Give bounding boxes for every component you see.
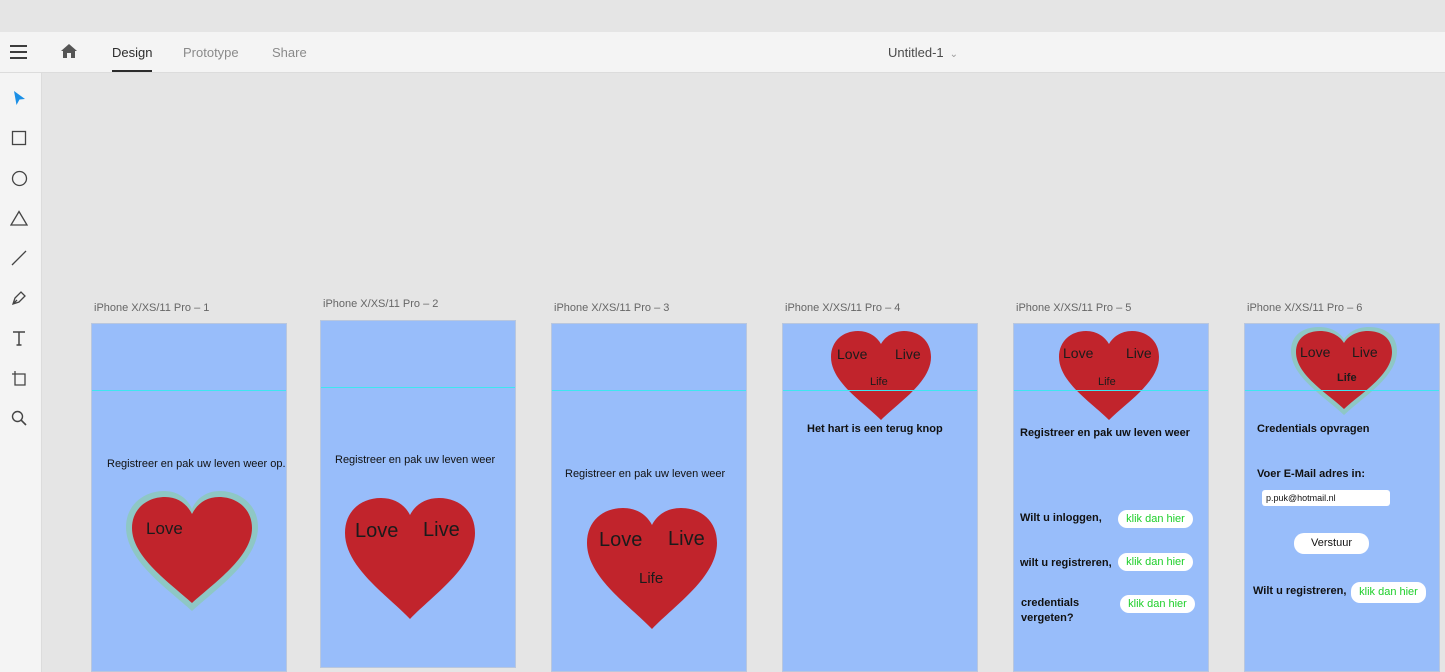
artboard-3[interactable]: Registreer en pak uw leven weer Love Liv… xyxy=(551,323,747,672)
select-icon[interactable] xyxy=(9,88,29,108)
tagline-text: Registreer en pak uw leven weer xyxy=(565,468,726,480)
artboard-icon[interactable] xyxy=(9,368,29,388)
guide-line xyxy=(552,390,746,391)
email-field[interactable]: p.puk@hotmail.nl xyxy=(1262,490,1390,506)
forgot-credentials-button[interactable]: klik dan hier xyxy=(1120,595,1195,613)
hamburger-menu-icon[interactable] xyxy=(10,45,27,59)
text-icon[interactable] xyxy=(9,328,29,348)
artboard-1[interactable]: Registreer en pak uw leven weer op. Love xyxy=(91,323,287,672)
document-title[interactable]: Untitled-1 ⌄ xyxy=(888,45,958,60)
tab-prototype[interactable]: Prototype xyxy=(183,45,239,60)
register-button[interactable]: klik dan hier xyxy=(1351,582,1426,603)
artboard-2[interactable]: Registreer en pak uw leven weer Love Liv… xyxy=(320,320,516,668)
artboard-6[interactable]: Love Live Life Credentials opvragen Voer… xyxy=(1244,323,1440,672)
ellipse-icon[interactable] xyxy=(9,168,29,188)
app-header: Design Prototype Share Untitled-1 ⌄ xyxy=(0,32,1445,73)
artboard-5[interactable]: Love Live Life Registreer en pak uw leve… xyxy=(1013,323,1209,672)
heart-word: Love xyxy=(837,346,868,362)
guide-line xyxy=(92,390,286,391)
tagline-text: Registreer en pak uw leven weer op. xyxy=(107,458,286,470)
heart-back-button[interactable]: Love Live Life xyxy=(829,330,933,422)
zoom-icon[interactable] xyxy=(9,408,29,428)
artboard-label[interactable]: iPhone X/XS/11 Pro – 3 xyxy=(554,302,669,314)
login-button[interactable]: klik dan hier xyxy=(1118,510,1193,528)
artboard-label[interactable]: iPhone X/XS/11 Pro – 6 xyxy=(1247,302,1362,314)
heart-word: Love xyxy=(146,519,183,538)
heart-word: Love xyxy=(1300,344,1331,360)
artboard-label[interactable]: iPhone X/XS/11 Pro – 4 xyxy=(785,302,900,314)
line-icon[interactable] xyxy=(9,248,29,268)
artboard-label[interactable]: iPhone X/XS/11 Pro – 2 xyxy=(323,298,438,310)
heart-word: Life xyxy=(639,570,664,587)
window-top-bar xyxy=(0,0,1445,32)
guide-line xyxy=(1245,390,1439,391)
submit-button[interactable]: Verstuur xyxy=(1294,533,1369,554)
heart-word: Love xyxy=(599,529,643,551)
heart-word: Live xyxy=(1352,344,1378,360)
register-label: Wilt u registreren, xyxy=(1253,585,1347,597)
heart-logo: Love Live Life xyxy=(1057,330,1161,422)
heart-word: Live xyxy=(423,519,460,541)
heart-word: Life xyxy=(1098,376,1116,388)
hint-text: Het hart is een terug knop xyxy=(807,423,943,435)
heart-word: Live xyxy=(1126,345,1152,361)
artboard-4[interactable]: Love Live Life Het hart is een terug kno… xyxy=(782,323,978,672)
guide-line xyxy=(1014,390,1208,391)
heart-word: Live xyxy=(668,528,705,550)
document-title-text: Untitled-1 xyxy=(888,45,944,60)
tool-panel xyxy=(0,73,42,672)
pen-icon[interactable] xyxy=(9,288,29,308)
chevron-down-icon: ⌄ xyxy=(949,49,959,60)
heart-logo: Love xyxy=(122,489,262,619)
heart-logo: Love Live Life xyxy=(585,507,719,631)
polygon-icon[interactable] xyxy=(9,208,29,228)
tagline-text: Registreer en pak uw leven weer xyxy=(1020,427,1190,439)
heart-word: Life xyxy=(870,376,888,388)
heart-word: Live xyxy=(895,346,921,362)
heart-logo: Love Live Life xyxy=(1290,326,1398,416)
heart-logo: Love Live xyxy=(343,497,477,621)
tab-design[interactable]: Design xyxy=(112,45,153,72)
register-button[interactable]: klik dan hier xyxy=(1118,553,1193,571)
heart-word: Life xyxy=(1337,372,1357,384)
forgot-credentials-label: credentials vergeten? xyxy=(1021,597,1080,624)
heart-word: Love xyxy=(355,520,399,542)
rectangle-icon[interactable] xyxy=(9,128,29,148)
guide-line xyxy=(321,387,515,388)
tagline-text: Registreer en pak uw leven weer xyxy=(335,454,496,466)
register-label: wilt u registreren, xyxy=(1020,557,1112,569)
guide-line xyxy=(783,390,977,391)
tab-share[interactable]: Share xyxy=(272,45,307,60)
login-label: Wilt u inloggen, xyxy=(1020,512,1102,524)
email-label: Voer E-Mail adres in: xyxy=(1257,468,1365,480)
page-heading: Credentials opvragen xyxy=(1257,423,1370,435)
artboard-label[interactable]: iPhone X/XS/11 Pro – 5 xyxy=(1016,302,1131,314)
artboard-label[interactable]: iPhone X/XS/11 Pro – 1 xyxy=(94,302,209,314)
home-icon[interactable] xyxy=(60,43,78,64)
heart-word: Love xyxy=(1063,345,1094,361)
